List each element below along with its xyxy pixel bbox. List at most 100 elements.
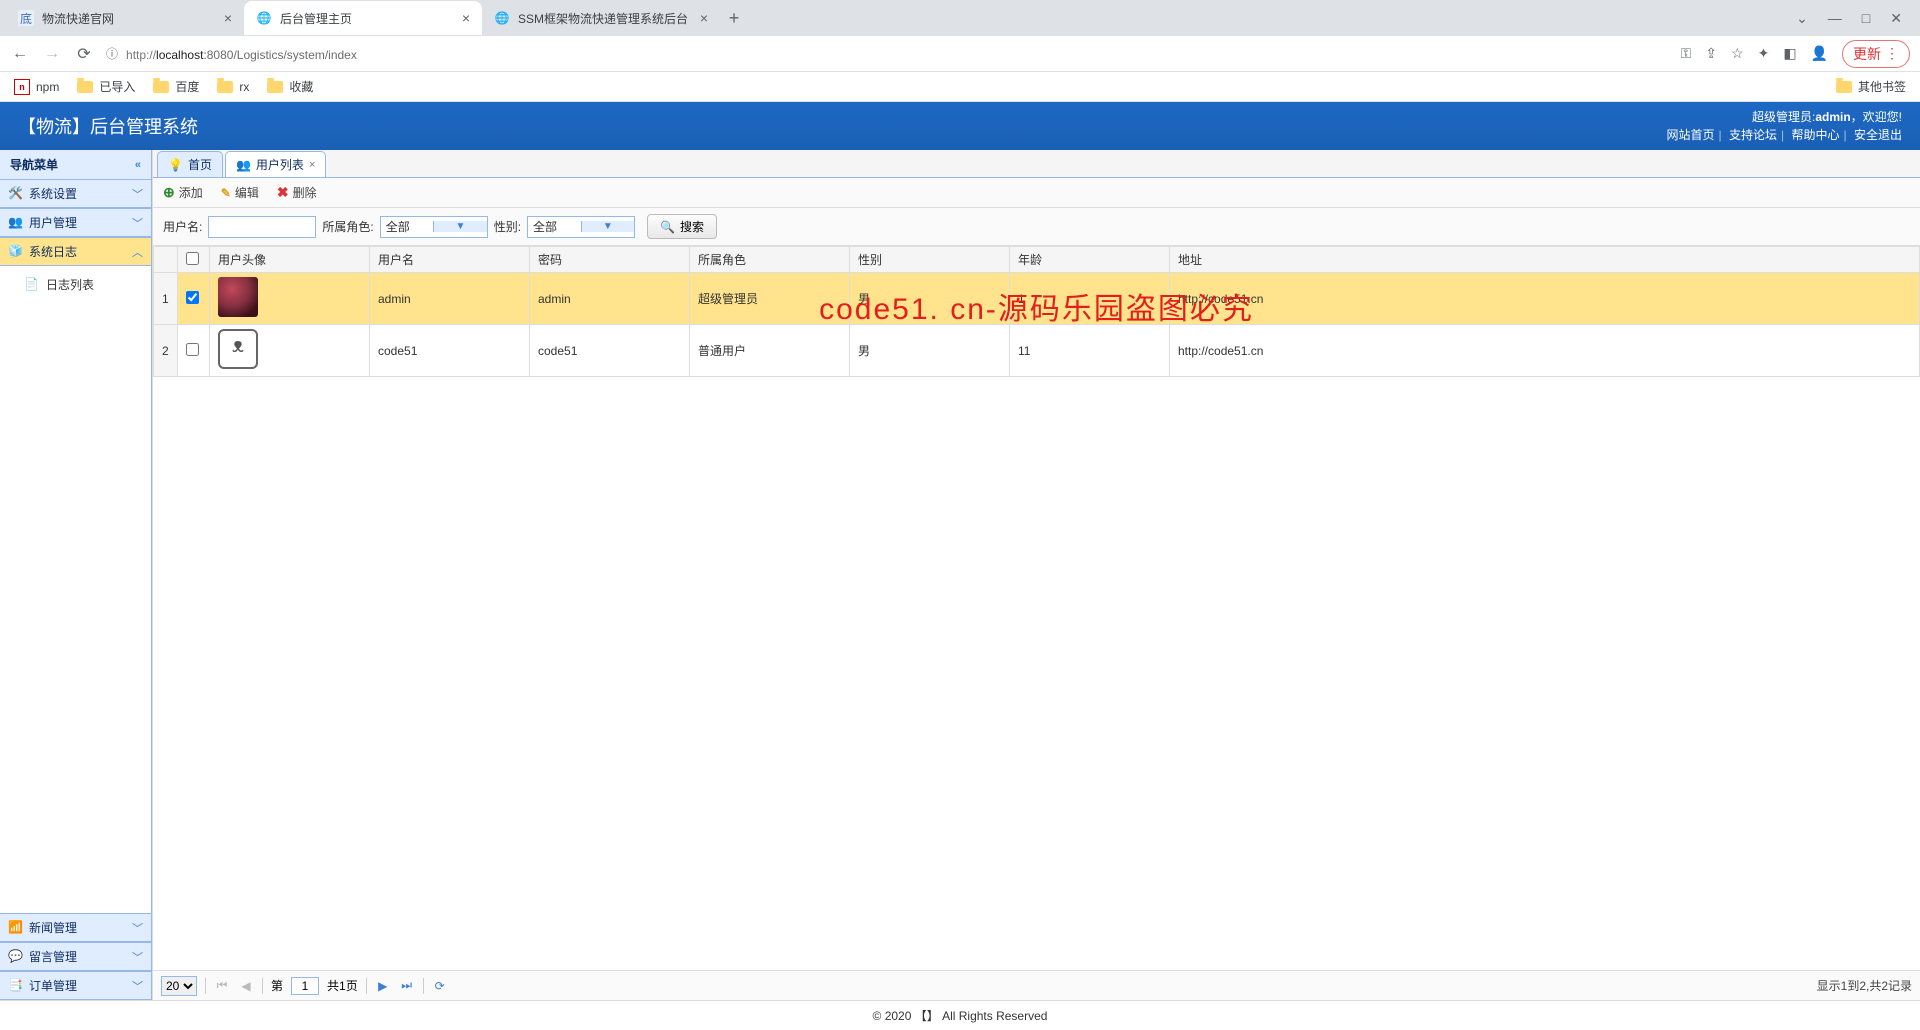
link-home[interactable]: 网站首页 (1667, 128, 1715, 142)
bookmark-baidu[interactable]: 百度 (153, 78, 199, 95)
col-avatar[interactable]: 用户头像 (210, 247, 370, 273)
bulb-icon: 💡 (168, 158, 183, 172)
cell-address: http://code51.cn (1170, 325, 1920, 377)
avatar-image (218, 277, 258, 317)
select-all-checkbox[interactable] (186, 252, 199, 265)
folder-icon (1836, 81, 1852, 93)
close-icon[interactable]: × (462, 10, 470, 26)
maximize-icon[interactable]: □ (1862, 10, 1870, 27)
window-close-icon[interactable]: ✕ (1890, 10, 1902, 27)
col-role[interactable]: 所属角色 (690, 247, 850, 273)
cell-password: code51 (530, 325, 690, 377)
tab-user-list[interactable]: 👥 用户列表 × (225, 151, 326, 177)
plus-icon: ⊕ (163, 184, 175, 201)
site-info-icon[interactable]: ⓘ (106, 45, 118, 62)
back-icon[interactable]: ← (10, 45, 30, 63)
bookmark-fav[interactable]: 收藏 (267, 78, 313, 95)
folder-icon (217, 81, 233, 93)
tab-title: SSM框架物流快递管理系统后台 (518, 10, 692, 27)
tab-home[interactable]: 💡 首页 (157, 151, 223, 177)
col-password[interactable]: 密码 (530, 247, 690, 273)
url-bar[interactable]: ⓘ http://localhost:8080/Logistics/system… (106, 45, 1669, 62)
prev-page-icon[interactable]: ◀ (238, 979, 254, 993)
role-select[interactable]: 全部▼ (380, 216, 488, 238)
table-row[interactable]: 2 code51 code51 普通用户 男 11 http://code51.… (154, 325, 1920, 377)
chevron-down-icon: ﹀ (132, 949, 143, 965)
browser-tabs: 底 物流快递官网 × 🌐 后台管理主页 × 🌐 SSM框架物流快递管理系统后台 … (0, 0, 1920, 36)
link-logout[interactable]: 安全退出 (1854, 128, 1902, 142)
sidebar-item-user-mgmt[interactable]: 👥 用户管理 ﹀ (0, 208, 151, 237)
bookmark-rx[interactable]: rx (217, 80, 249, 94)
new-tab-button[interactable]: + (720, 8, 748, 29)
cell-gender: 男 (850, 325, 1010, 377)
col-address[interactable]: 地址 (1170, 247, 1920, 273)
app-header: 【物流】后台管理系统 超级管理员:admin，欢迎您! 网站首页| 支持论坛| … (0, 102, 1920, 150)
accordion-body: 📄 日志列表 (0, 266, 151, 913)
username-input[interactable] (208, 216, 316, 238)
tab-title: 后台管理主页 (280, 10, 454, 27)
row-index: 2 (154, 325, 178, 377)
col-gender[interactable]: 性别 (850, 247, 1010, 273)
extensions-icon[interactable]: ✦ (1758, 45, 1770, 62)
sidepanel-icon[interactable]: ◧ (1783, 45, 1796, 62)
file-icon: 📄 (24, 277, 40, 293)
col-index (154, 247, 178, 273)
cell-username: admin (370, 273, 530, 325)
npm-icon: n (14, 79, 30, 95)
username-label: 用户名: (163, 218, 202, 235)
other-bookmarks[interactable]: 其他书签 (1836, 78, 1906, 95)
edit-button[interactable]: ✎编辑 (221, 184, 259, 201)
pager-info: 显示1到2,共2记录 (1817, 977, 1912, 994)
gender-select[interactable]: 全部▼ (527, 216, 635, 238)
browser-tab-1[interactable]: 🌐 后台管理主页 × (244, 1, 482, 35)
page-label-suffix: 共1页 (327, 977, 358, 994)
row-checkbox[interactable] (186, 291, 199, 304)
add-button[interactable]: ⊕添加 (163, 184, 203, 201)
sidebar-item-order-mgmt[interactable]: 📑 订单管理 ﹀ (0, 971, 151, 1000)
key-icon[interactable]: ⚿ (1681, 45, 1692, 62)
cell-gender: 男 (850, 273, 1010, 325)
close-icon[interactable]: × (224, 10, 232, 26)
cell-role: 超级管理员 (690, 273, 850, 325)
close-icon[interactable]: × (700, 10, 708, 26)
cell-age: 1 (1010, 273, 1170, 325)
refresh-icon[interactable]: ⟳ (432, 979, 448, 993)
users-icon: 👥 (236, 158, 251, 172)
forward-icon[interactable]: → (42, 45, 62, 63)
search-button[interactable]: 🔍搜索 (647, 214, 717, 239)
collapse-icon[interactable]: « (135, 159, 141, 171)
sidebar-title: 导航菜单 « (0, 150, 151, 180)
next-page-icon[interactable]: ▶ (375, 979, 391, 993)
col-username[interactable]: 用户名 (370, 247, 530, 273)
reload-icon[interactable]: ⟳ (74, 44, 94, 64)
bookmark-npm[interactable]: nnpm (14, 79, 59, 95)
profile-icon[interactable]: 👤 (1811, 45, 1828, 62)
bookmark-imported[interactable]: 已导入 (77, 78, 135, 95)
sidebar-item-news-mgmt[interactable]: 📶 新闻管理 ﹀ (0, 913, 151, 942)
page-size-select[interactable]: 20 (161, 976, 197, 996)
row-checkbox[interactable] (186, 343, 199, 356)
table-row[interactable]: 1 admin admin 超级管理员 男 1 http://code51.cn (154, 273, 1920, 325)
sidebar-item-system-settings[interactable]: 🛠️ 系统设置 ﹀ (0, 180, 151, 208)
link-forum[interactable]: 支持论坛 (1729, 128, 1777, 142)
sidebar-item-message-mgmt[interactable]: 💬 留言管理 ﹀ (0, 942, 151, 971)
col-age[interactable]: 年龄 (1010, 247, 1170, 273)
close-icon[interactable]: × (309, 159, 315, 171)
last-page-icon[interactable]: ⏭ (399, 978, 415, 993)
browser-tab-0[interactable]: 底 物流快递官网 × (6, 1, 244, 35)
page-input[interactable] (291, 977, 319, 995)
sidebar-item-system-log[interactable]: 🧊 系统日志 ︿ (0, 237, 151, 266)
share-icon[interactable]: ⇪ (1705, 45, 1717, 62)
star-icon[interactable]: ☆ (1731, 45, 1744, 62)
tree-item-log-list[interactable]: 📄 日志列表 (0, 272, 151, 297)
kebab-icon: ⋮ (1885, 45, 1899, 62)
update-button[interactable]: 更新⋮ (1842, 40, 1910, 68)
folder-icon (267, 81, 283, 93)
link-help[interactable]: 帮助中心 (1792, 128, 1840, 142)
browser-tab-2[interactable]: 🌐 SSM框架物流快递管理系统后台 × (482, 1, 720, 35)
first-page-icon[interactable]: ⏮ (214, 978, 230, 993)
chevron-down-icon[interactable]: ⌄ (1796, 10, 1808, 27)
pencil-icon: ✎ (221, 186, 231, 200)
delete-button[interactable]: ✖删除 (277, 184, 317, 201)
minimize-icon[interactable]: — (1828, 10, 1842, 27)
